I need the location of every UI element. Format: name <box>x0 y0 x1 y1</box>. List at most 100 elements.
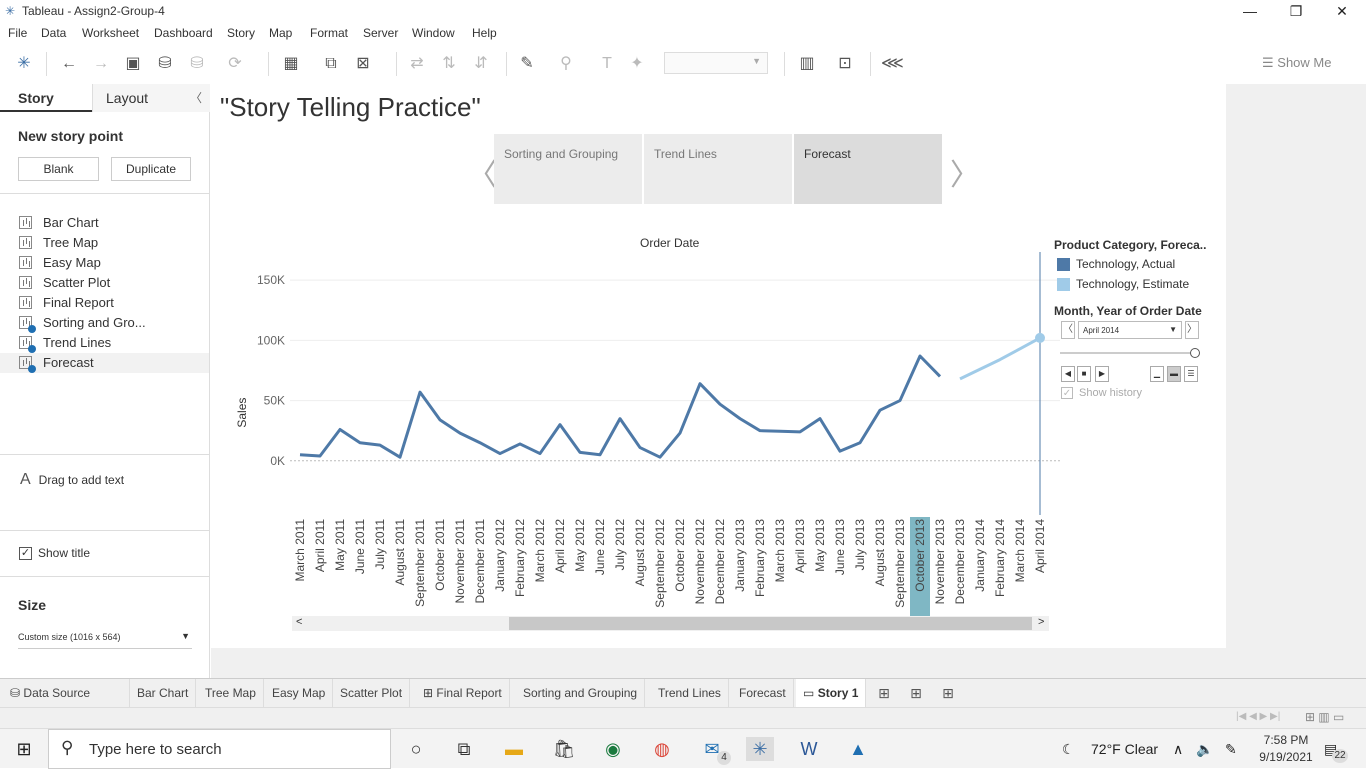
presentation-mode-icon[interactable]: ⊡ <box>834 53 856 75</box>
size-dropdown[interactable]: Custom size (1016 x 564) ▼ <box>18 629 192 649</box>
new-dashboard-icon[interactable]: ⊞ <box>905 682 927 704</box>
sheet-item-forecast[interactable]: Forecast <box>0 353 209 373</box>
pause-updates-icon[interactable]: ⛁ <box>186 53 208 75</box>
menu-format[interactable]: Format <box>310 26 348 40</box>
menu-server[interactable]: Server <box>363 26 398 40</box>
sheet-item-sorting-and-grouping[interactable]: Sorting and Gro... <box>0 313 209 333</box>
sheet-item-tree-map[interactable]: Tree Map <box>0 233 209 253</box>
tab-easy-map[interactable]: Easy Map <box>265 679 334 707</box>
show-cards-icon[interactable]: ▥ <box>796 53 818 75</box>
tab-data-source[interactable]: ⛁ Data Source <box>0 679 130 707</box>
blank-button[interactable]: Blank <box>18 157 99 181</box>
sheet-item-easy-map[interactable]: Easy Map <box>0 253 209 273</box>
legend-item-estimate[interactable]: Technology, Estimate <box>1057 277 1189 292</box>
sheet-item-trend-lines[interactable]: Trend Lines <box>0 333 209 353</box>
app-icon[interactable]: ◉ <box>599 737 627 761</box>
new-worksheet-icon[interactable]: ▦ <box>280 53 302 75</box>
page-prev-button[interactable]: 〈 <box>1061 321 1075 339</box>
fit-dropdown[interactable]: ▼ <box>664 52 768 74</box>
menu-file[interactable]: File <box>8 26 27 40</box>
restore-button[interactable]: ❐ <box>1273 1 1319 21</box>
show-history-checkbox[interactable]: ✓ Show history <box>1061 387 1142 400</box>
menu-story[interactable]: Story <box>227 26 255 40</box>
scroll-left-icon[interactable]: < <box>296 616 302 628</box>
task-view-icon[interactable]: ⧉ <box>450 737 478 761</box>
duplicate-sheet-icon[interactable]: ⧉ <box>320 53 342 75</box>
windows-start-icon[interactable]: ⊞ <box>10 737 38 761</box>
chrome-icon[interactable]: ◍ <box>648 737 676 761</box>
new-data-source-icon[interactable]: ⛁ <box>154 53 176 75</box>
pen-icon[interactable]: ✎ <box>1225 741 1237 758</box>
show-hidden-icons-icon[interactable]: ∧ <box>1173 741 1183 758</box>
sort-descending-icon[interactable]: ⇵ <box>470 53 492 75</box>
page-slider-thumb[interactable] <box>1190 348 1200 358</box>
tab-final-report[interactable]: ⊞ Final Report <box>416 679 510 707</box>
tab-scatter-plot[interactable]: Scatter Plot <box>333 679 411 707</box>
previous-story-point-icon[interactable]: 〈 <box>467 150 497 194</box>
scroll-right-icon[interactable]: > <box>1038 616 1044 628</box>
tab-story[interactable]: Story <box>0 84 92 112</box>
show-mark-labels-icon[interactable]: T <box>596 53 618 75</box>
tab-forecast[interactable]: Forecast <box>732 679 794 707</box>
cortana-icon[interactable]: ○ <box>402 737 430 761</box>
weather-text[interactable]: 72°F Clear <box>1091 741 1158 757</box>
page-next-button[interactable]: 〉 <box>1185 321 1199 339</box>
sheet-item-final-report[interactable]: Final Report <box>0 293 209 313</box>
refresh-icon[interactable]: ⟳ <box>224 53 246 75</box>
save-icon[interactable]: ▣ <box>122 53 144 75</box>
scrollbar-thumb[interactable] <box>509 617 1032 630</box>
menu-map[interactable]: Map <box>269 26 292 40</box>
highlight-icon[interactable]: ✎ <box>516 53 538 75</box>
play-forward-icon[interactable]: ▶ <box>1095 366 1109 382</box>
play-backward-icon[interactable]: ◀ <box>1061 366 1075 382</box>
sheet-sorter-icon[interactable]: ⊞ ▥ ▭ <box>1305 710 1344 724</box>
store-icon[interactable]: 🛍 <box>550 737 578 761</box>
weather-icon[interactable]: ☾ <box>1062 741 1075 758</box>
page-date-dropdown[interactable]: April 2014 ▼ <box>1078 321 1182 339</box>
word-icon[interactable]: W <box>795 737 823 761</box>
speed-medium-icon[interactable]: ▬ <box>1167 366 1181 382</box>
tab-bar-chart[interactable]: Bar Chart <box>130 679 197 707</box>
tableau-taskbar-icon[interactable]: ✳ <box>746 737 774 761</box>
minimize-button[interactable]: — <box>1227 1 1273 21</box>
clear-sheet-icon[interactable]: ⊠ <box>352 53 374 75</box>
file-explorer-icon[interactable]: ▬ <box>500 737 528 761</box>
show-title-checkbox[interactable]: ✓ Show title <box>19 546 90 561</box>
story-title[interactable]: "Story Telling Practice" <box>220 92 481 123</box>
stop-icon[interactable]: ■ <box>1077 366 1091 382</box>
menu-worksheet[interactable]: Worksheet <box>82 26 139 40</box>
taskbar-clock[interactable]: 7:58 PM 9/19/2021 <box>1255 732 1317 766</box>
menu-window[interactable]: Window <box>412 26 455 40</box>
undo-icon[interactable]: ← <box>58 53 80 75</box>
drag-to-add-text[interactable]: A Drag to add text <box>20 471 124 489</box>
tableau-home-icon[interactable]: ✳ <box>13 53 35 75</box>
redo-icon[interactable]: → <box>90 53 112 75</box>
legend-item-actual[interactable]: Technology, Actual <box>1057 257 1175 272</box>
story-point-forecast[interactable]: Forecast <box>794 134 942 204</box>
collapse-pane-icon[interactable]: 〈 <box>190 89 202 106</box>
forecast-line-chart[interactable]: 0K 50K 100K 150K Sales March 2011 April 2011 Ma… <box>230 250 1060 618</box>
sheet-navigation-icons[interactable]: |◀ ◀ ▶ ▶| <box>1236 711 1280 722</box>
show-me-button[interactable]: ☰ Show Me <box>1262 55 1331 71</box>
speed-slow-icon[interactable]: ▁ <box>1150 366 1164 382</box>
speed-fast-icon[interactable]: ☰ <box>1184 366 1198 382</box>
new-worksheet-icon[interactable]: ⊞ <box>873 682 895 704</box>
volume-icon[interactable]: 🔈 <box>1196 741 1213 758</box>
tab-trend-lines[interactable]: Trend Lines <box>651 679 729 707</box>
story-point-sorting-and-grouping[interactable]: Sorting and Grouping <box>494 134 642 204</box>
menu-dashboard[interactable]: Dashboard <box>154 26 213 40</box>
menu-help[interactable]: Help <box>472 26 497 40</box>
photos-icon[interactable]: ▲ <box>844 737 872 761</box>
share-icon[interactable]: ⋘ <box>881 53 904 75</box>
fix-axes-icon[interactable]: ✦ <box>626 53 648 75</box>
tab-tree-map[interactable]: Tree Map <box>198 679 264 707</box>
tab-sorting-and-grouping[interactable]: Sorting and Grouping <box>516 679 646 707</box>
taskbar-search-box[interactable]: ⚲ Type here to search <box>48 729 391 769</box>
sheet-item-scatter-plot[interactable]: Scatter Plot <box>0 273 209 293</box>
close-button[interactable]: ✕ <box>1319 1 1365 21</box>
story-point-trend-lines[interactable]: Trend Lines <box>644 134 792 204</box>
group-members-icon[interactable]: ⚲ <box>555 53 577 75</box>
duplicate-button[interactable]: Duplicate <box>111 157 191 181</box>
tab-story-1[interactable]: ▭ Story 1 <box>796 679 867 707</box>
next-story-point-icon[interactable]: 〉 <box>950 150 980 194</box>
